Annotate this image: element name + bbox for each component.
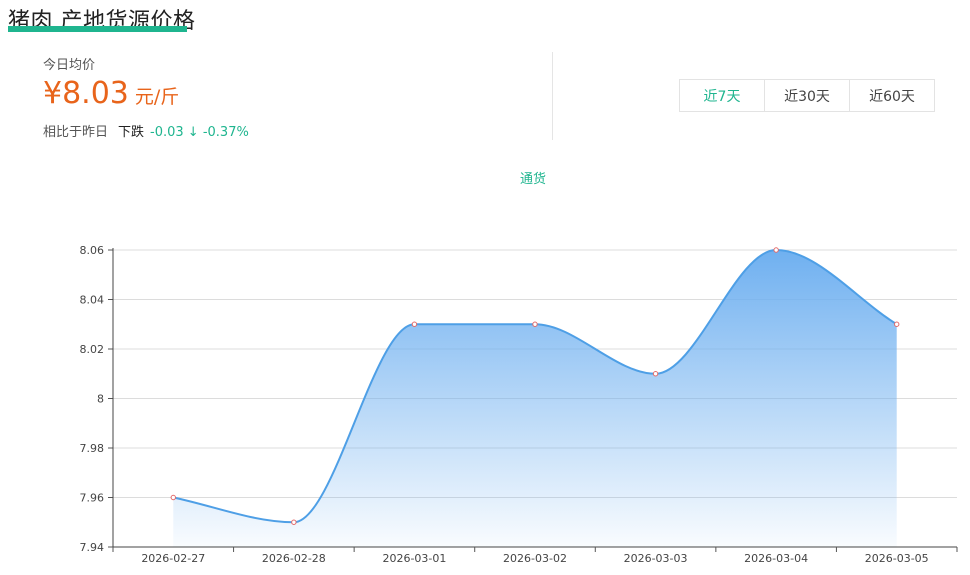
y-tick-label: 7.98 bbox=[80, 442, 105, 455]
y-tick-label: 7.96 bbox=[80, 492, 105, 505]
data-point[interactable] bbox=[773, 247, 779, 253]
x-tick-label: 2026-03-05 bbox=[865, 552, 929, 565]
x-tick-label: 2026-02-28 bbox=[262, 552, 326, 565]
y-tick-label: 8.02 bbox=[80, 343, 105, 356]
y-tick-label: 8.06 bbox=[80, 244, 105, 257]
y-tick-label: 8.04 bbox=[80, 294, 105, 307]
price-chart: 7.94 7.96 7.98 8 8.02 8.04 8.06 2026-02-27 2026-… bbox=[80, 244, 958, 565]
x-tick-label: 2026-03-03 bbox=[624, 552, 688, 565]
data-point[interactable] bbox=[411, 321, 418, 327]
x-tick-label: 2026-03-04 bbox=[744, 552, 808, 565]
data-point[interactable] bbox=[170, 494, 176, 501]
data-point[interactable] bbox=[291, 519, 297, 525]
x-tick-label: 2026-03-02 bbox=[503, 552, 567, 565]
data-point[interactable] bbox=[532, 321, 538, 327]
y-tick-label: 7.94 bbox=[80, 541, 105, 554]
x-tick-label: 2026-03-01 bbox=[382, 552, 446, 565]
x-tick-label: 2026-02-27 bbox=[141, 552, 205, 565]
data-point[interactable] bbox=[894, 321, 900, 327]
y-tick-label: 8 bbox=[97, 393, 104, 406]
data-point[interactable] bbox=[652, 371, 659, 377]
